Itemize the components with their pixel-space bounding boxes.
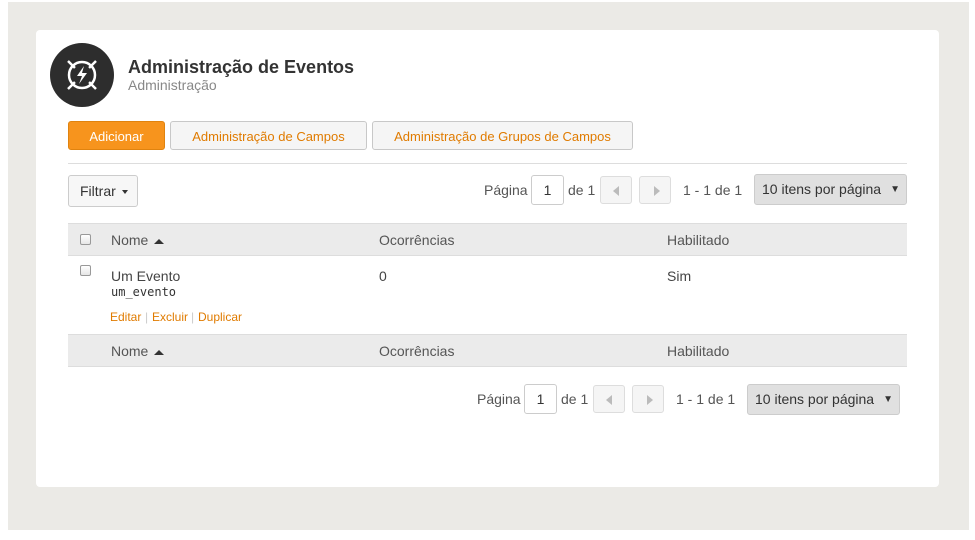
event-bolt-icon [50,43,114,107]
column-header-name[interactable]: Nome [111,232,165,248]
chevron-right-icon [654,186,660,196]
results-range: 1 - 1 de 1 [683,182,743,198]
select-all-checkbox[interactable] [80,234,91,245]
next-page-button[interactable] [639,176,671,204]
filter-label: Filtrar [80,183,116,199]
event-occurrences: 0 [379,268,387,284]
add-button[interactable]: Adicionar [68,121,165,150]
separator: | [191,310,195,324]
items-per-page-value-bottom: 10 itens por página [755,391,875,407]
page-number-input[interactable]: 1 [531,175,564,205]
footer-column-enabled[interactable]: Habilitado [667,343,729,359]
page-label-bottom: Página [477,391,521,407]
page-number-input-bottom[interactable]: 1 [524,384,557,414]
delete-link[interactable]: Excluir [152,310,188,324]
footer-column-name-label: Nome [111,343,149,359]
chevron-right-icon [647,395,653,405]
items-per-page-select-bottom[interactable]: 10 itens por página ▼ [747,384,900,415]
row-checkbox[interactable] [80,265,91,276]
separator: | [145,310,149,324]
field-groups-admin-button[interactable]: Administração de Grupos de Campos [372,121,633,150]
next-page-button-bottom[interactable] [632,385,664,413]
footer-column-name[interactable]: Nome [111,343,165,359]
results-range-bottom: 1 - 1 de 1 [676,391,736,407]
table-header [68,223,907,256]
divider [68,163,907,164]
column-header-occurrences[interactable]: Ocorrências [379,232,454,248]
prev-page-button[interactable] [600,176,632,204]
filter-button[interactable]: Filtrar [68,175,138,207]
page-total: de 1 [568,182,596,198]
page-title: Administração de Eventos [128,57,355,77]
prev-page-button-bottom[interactable] [593,385,625,413]
items-per-page-value: 10 itens por página [762,181,882,197]
chevron-left-icon [613,186,619,196]
page-total-bottom: de 1 [561,391,589,407]
table-footer-header [68,334,907,367]
event-key: um_evento [111,285,177,299]
event-name: Um Evento [111,268,181,284]
select-arrow-icon: ▼ [890,184,900,195]
column-name-label: Nome [111,232,149,248]
chevron-left-icon [606,395,612,405]
page-subtitle: Administração [128,77,217,93]
caret-down-icon [121,190,128,195]
content-card [36,30,939,487]
edit-link[interactable]: Editar [110,310,141,324]
sort-ascending-icon [154,349,165,355]
event-enabled: Sim [667,268,692,284]
sort-ascending-icon [154,238,165,244]
duplicate-link[interactable]: Duplicar [198,310,242,324]
page-label: Página [484,182,528,198]
select-arrow-icon: ▼ [883,394,893,405]
column-header-enabled[interactable]: Habilitado [667,232,729,248]
items-per-page-select[interactable]: 10 itens por página ▼ [754,174,907,205]
footer-column-occurrences[interactable]: Ocorrências [379,343,454,359]
fields-admin-button[interactable]: Administração de Campos [170,121,367,150]
